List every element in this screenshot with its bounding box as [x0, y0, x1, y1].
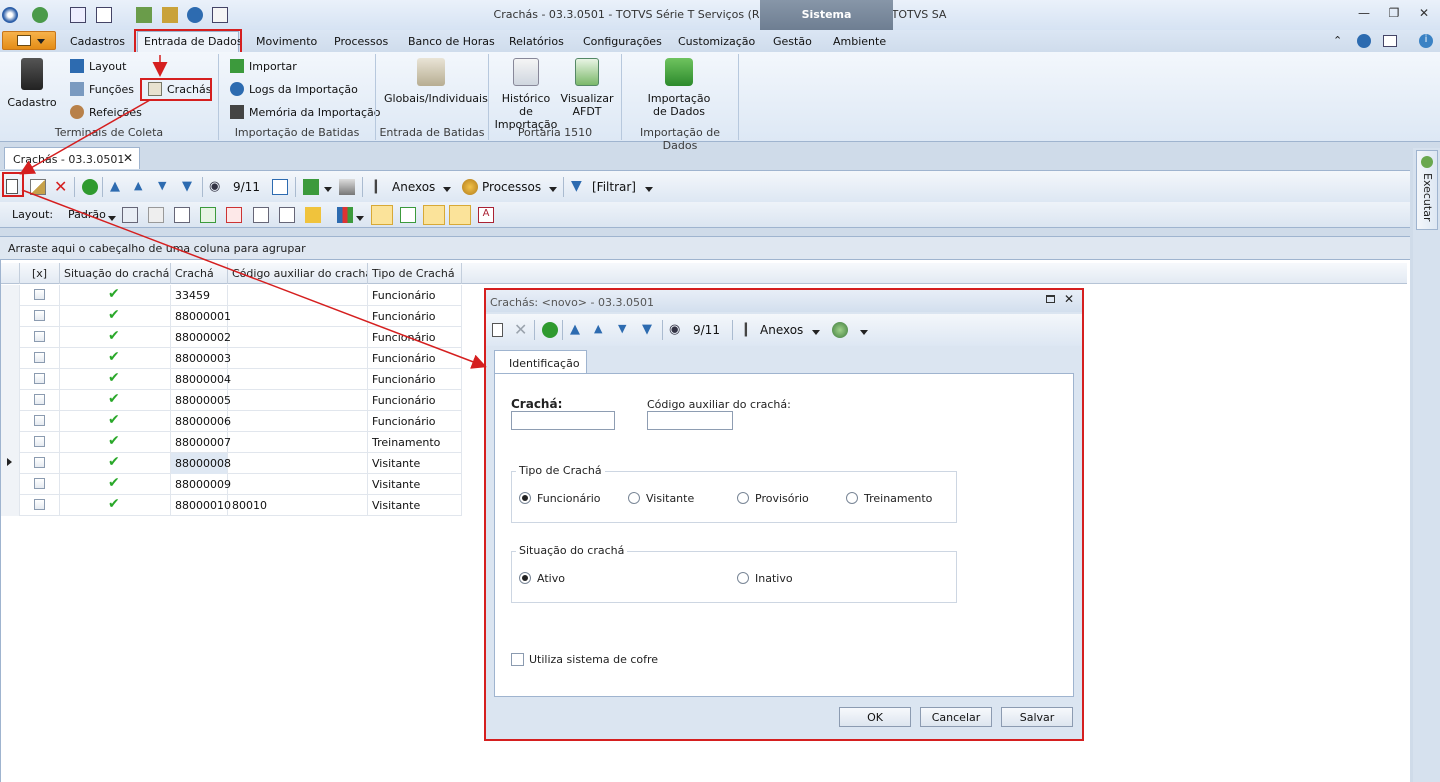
arrow-crachas-to-new — [19, 99, 151, 175]
annotation-arrows — [19, 55, 487, 369]
arrow-new-to-dialog — [21, 189, 487, 369]
